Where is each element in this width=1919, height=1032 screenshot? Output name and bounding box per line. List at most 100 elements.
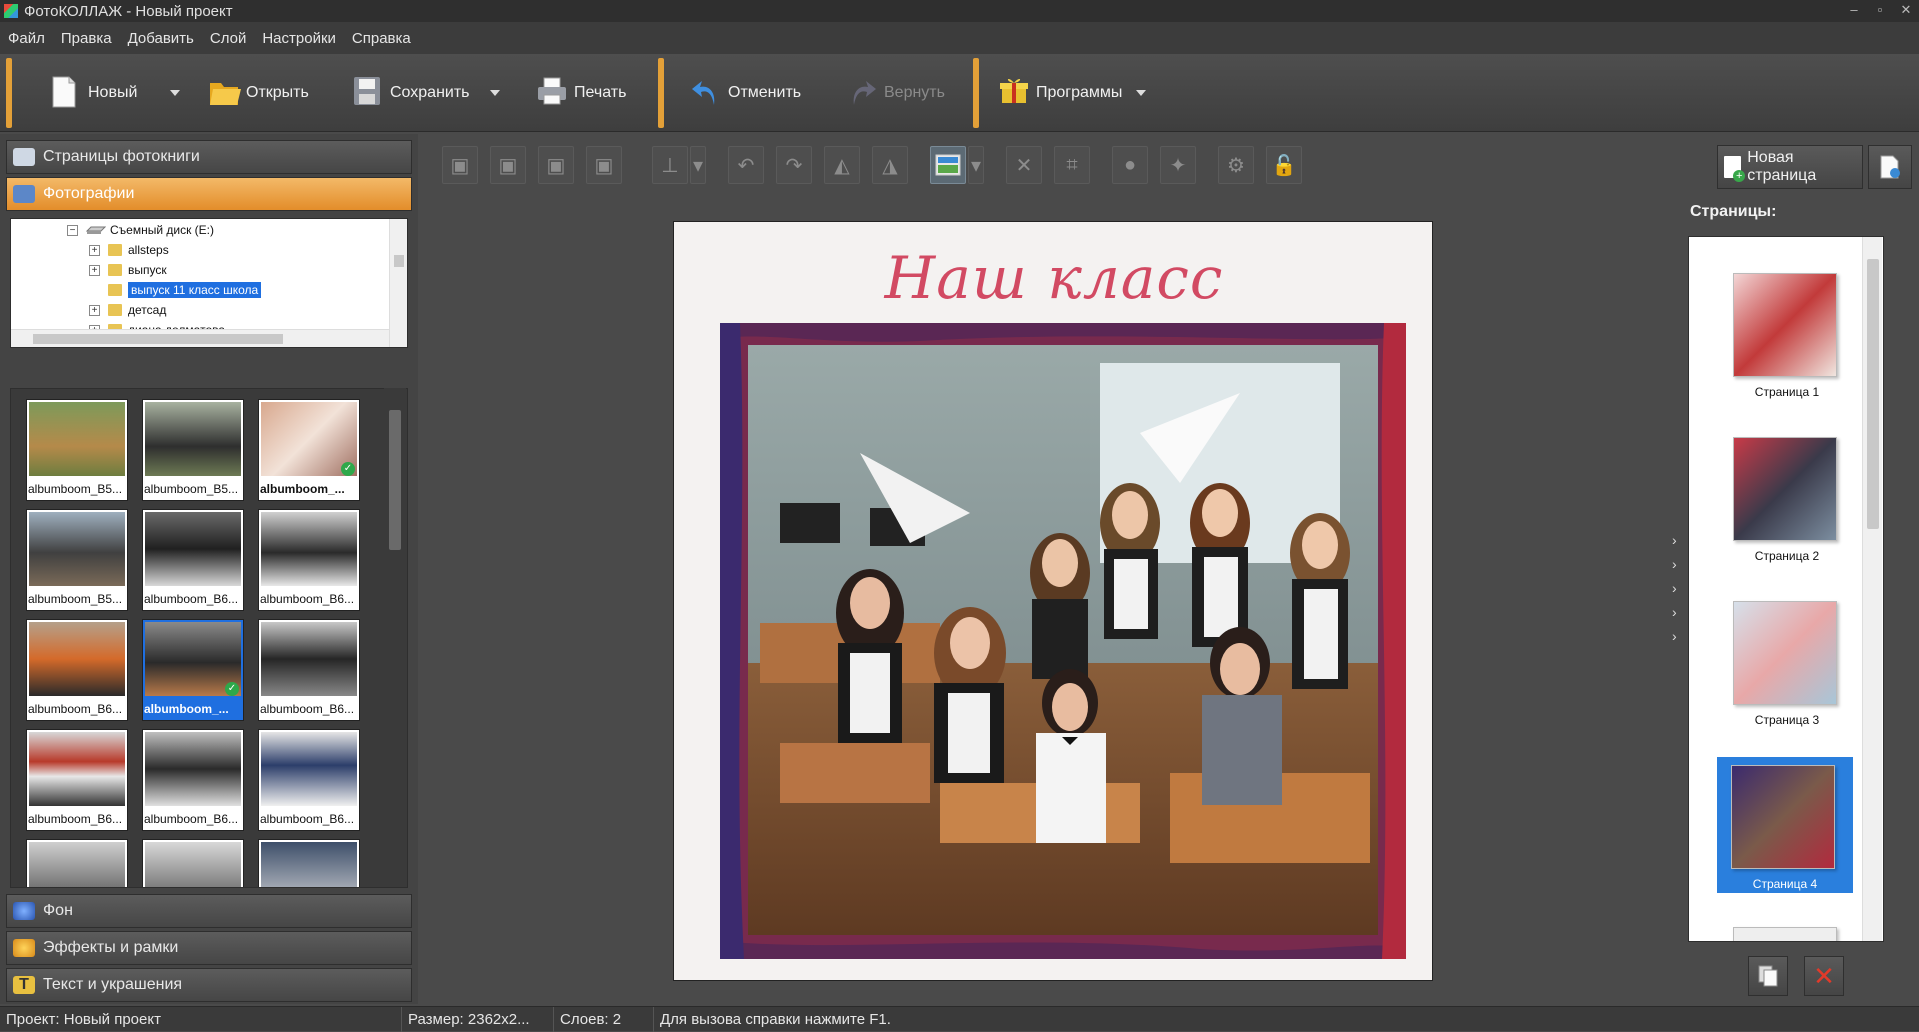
bring-forward-icon[interactable]: ▣: [490, 146, 526, 184]
photo-thumbnail[interactable]: albumboom_B6...: [258, 509, 360, 611]
folder-tree[interactable]: − Съемный диск (E:) + allsteps + выпуск …: [10, 218, 408, 348]
align-dropdown-icon[interactable]: ▾: [690, 146, 706, 184]
settings-gear-icon[interactable]: ⚙: [1218, 146, 1254, 184]
delete-layer-icon[interactable]: ✕: [1006, 146, 1042, 184]
scroll-thumb[interactable]: [394, 255, 404, 267]
tree-item-selected[interactable]: выпуск 11 класс школа: [108, 281, 262, 299]
thumbnail-caption: albumboom_B6...: [144, 812, 239, 826]
save-dropdown-arrow[interactable]: [490, 90, 500, 96]
menu-settings[interactable]: Настройки: [262, 30, 336, 47]
section-photos[interactable]: Фотографии: [6, 177, 412, 211]
photo-thumbnail[interactable]: albumboom_B6...: [258, 619, 360, 721]
photo-thumbnail[interactable]: [142, 839, 244, 887]
expand-icon[interactable]: +: [89, 264, 100, 276]
page-thumbnail-5[interactable]: [1719, 927, 1855, 941]
duplicate-page-button[interactable]: [1748, 956, 1788, 996]
redo-button[interactable]: Вернуть: [846, 68, 945, 118]
page-thumbnail-4-selected[interactable]: Страница 4: [1717, 757, 1853, 893]
align-icon[interactable]: ⊥: [652, 146, 688, 184]
open-button[interactable]: Открыть: [208, 68, 309, 118]
flip-vertical-icon[interactable]: ◮: [872, 146, 908, 184]
classroom-photo-illustration: [720, 323, 1406, 959]
scroll-thumb[interactable]: [33, 334, 283, 344]
collage-page[interactable]: Наш класс: [673, 221, 1433, 981]
thumbnails-scrollbar[interactable]: [384, 388, 406, 884]
page-settings-button[interactable]: [1868, 145, 1912, 189]
collapse-arrow-icon[interactable]: ›: [1672, 604, 1682, 620]
text-icon: T: [13, 976, 35, 994]
photo-thumbnail[interactable]: albumboom_B6...: [142, 509, 244, 611]
photo-thumbnail-selected[interactable]: ✓ albumboom_...: [142, 619, 244, 721]
page-thumbnail-2[interactable]: Страница 2: [1719, 437, 1855, 573]
photo-thumbnail[interactable]: albumboom_B6...: [26, 619, 128, 721]
new-dropdown-arrow[interactable]: [170, 90, 180, 96]
page-thumbnail-3[interactable]: Страница 3: [1719, 601, 1855, 737]
collapse-arrow-icon[interactable]: ›: [1672, 580, 1682, 596]
rotate-right-icon[interactable]: ↷: [776, 146, 812, 184]
photo-thumbnail[interactable]: albumboom_B5...: [26, 509, 128, 611]
print-button[interactable]: Печать: [536, 68, 626, 118]
photo-thumbnail[interactable]: [258, 839, 360, 887]
new-page-button[interactable]: Новая страница: [1717, 145, 1863, 189]
fit-to-page-icon[interactable]: [930, 146, 966, 184]
section-background[interactable]: Фон: [6, 894, 412, 928]
tree-item[interactable]: + allsteps: [89, 241, 169, 259]
thumbnail-caption: albumboom_B6...: [144, 592, 239, 606]
undo-button[interactable]: Отменить: [690, 68, 801, 118]
photo-thumbnail[interactable]: albumboom_B6...: [258, 729, 360, 831]
collapse-arrow-icon[interactable]: ›: [1672, 532, 1682, 548]
close-window-button[interactable]: ✕: [1893, 0, 1919, 22]
programs-dropdown-arrow[interactable]: [1136, 90, 1146, 96]
lock-icon[interactable]: 🔓: [1266, 146, 1302, 184]
effects-icon[interactable]: ●: [1112, 146, 1148, 184]
collapse-icon[interactable]: −: [67, 224, 78, 236]
flip-horizontal-icon[interactable]: ◭: [824, 146, 860, 184]
bring-to-front-icon[interactable]: ▣: [442, 146, 478, 184]
tree-vertical-scrollbar[interactable]: [389, 219, 407, 347]
photo-thumbnail[interactable]: ✓ albumboom_...: [258, 399, 360, 501]
section-text[interactable]: T Текст и украшения: [6, 968, 412, 1002]
delete-page-button[interactable]: ✕: [1804, 956, 1844, 996]
scroll-thumb[interactable]: [1867, 259, 1879, 529]
collapse-arrow-icon[interactable]: ›: [1672, 556, 1682, 572]
section-book-pages[interactable]: Страницы фотокниги: [6, 140, 412, 174]
photo-thumbnail[interactable]: albumboom_B5...: [26, 399, 128, 501]
menu-add[interactable]: Добавить: [128, 30, 194, 47]
menu-layer[interactable]: Слой: [210, 30, 246, 47]
collage-photo[interactable]: [720, 323, 1406, 959]
crop-icon[interactable]: ⌗: [1054, 146, 1090, 184]
expand-icon[interactable]: +: [89, 304, 100, 316]
menu-help[interactable]: Справка: [352, 30, 411, 47]
send-to-back-icon[interactable]: ▣: [586, 146, 622, 184]
section-effects[interactable]: Эффекты и рамки: [6, 931, 412, 965]
photo-thumbnail[interactable]: albumboom_B6...: [142, 729, 244, 831]
photo-thumbnail[interactable]: [26, 839, 128, 887]
menu-edit[interactable]: Правка: [61, 30, 112, 47]
page-thumbnail-1[interactable]: Страница 1: [1719, 273, 1855, 409]
photo-thumbnail[interactable]: albumboom_B6...: [26, 729, 128, 831]
programs-label: Программы: [1036, 84, 1123, 101]
photo-thumbnail[interactable]: albumboom_B5...: [142, 399, 244, 501]
menu-file[interactable]: Файл: [8, 30, 45, 47]
magic-wand-icon[interactable]: ✦: [1160, 146, 1196, 184]
tree-item[interactable]: + выпуск: [89, 261, 167, 279]
effects-palette-icon: [13, 939, 35, 957]
programs-button[interactable]: Программы: [998, 68, 1122, 118]
rotate-left-icon[interactable]: ↶: [728, 146, 764, 184]
thumbnail-image: [145, 842, 241, 887]
send-backward-icon[interactable]: ▣: [538, 146, 574, 184]
expand-icon[interactable]: +: [89, 244, 100, 256]
fit-dropdown-icon[interactable]: ▾: [968, 146, 984, 184]
maximize-button[interactable]: ▫: [1867, 0, 1893, 22]
tree-item[interactable]: + детсад: [89, 301, 166, 319]
new-button[interactable]: Новый: [50, 68, 137, 118]
pages-scrollbar[interactable]: [1862, 237, 1882, 941]
scroll-thumb[interactable]: [389, 410, 401, 550]
minimize-button[interactable]: –: [1841, 0, 1867, 22]
collapse-arrow-icon[interactable]: ›: [1672, 628, 1682, 644]
section-text-label: Текст и украшения: [43, 976, 183, 993]
save-button[interactable]: Сохранить: [352, 68, 470, 118]
page-title[interactable]: Наш класс: [674, 244, 1432, 312]
tree-drive[interactable]: − Съемный диск (E:): [67, 221, 214, 239]
tree-horizontal-scrollbar[interactable]: [11, 329, 389, 347]
